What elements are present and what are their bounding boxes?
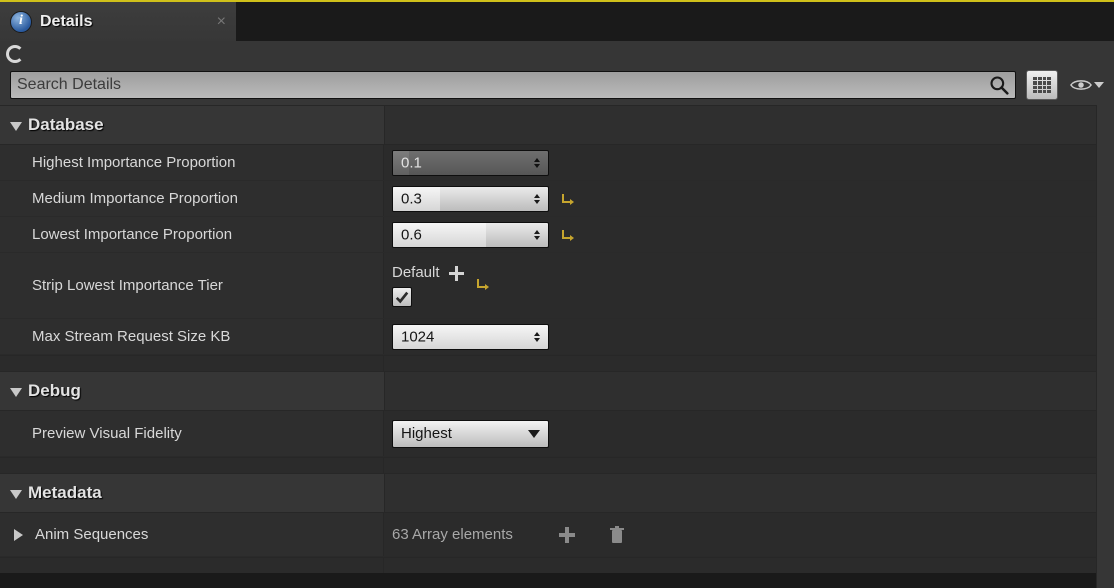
chevron-down-icon <box>1094 82 1104 88</box>
medium-importance-input[interactable]: 0.3 <box>392 186 549 212</box>
row-max-stream-request: Max Stream Request Size KB 1024 <box>0 319 1114 355</box>
reset-to-default-button[interactable] <box>559 191 575 207</box>
property-label: Strip Lowest Importance Tier <box>0 253 384 318</box>
property-label: Max Stream Request Size KB <box>0 319 384 354</box>
property-label: Lowest Importance Proportion <box>0 217 384 252</box>
row-preview-fidelity: Preview Visual Fidelity Highest <box>0 411 1114 457</box>
value-text: 1024 <box>401 328 434 345</box>
reset-to-default-button[interactable] <box>559 227 575 243</box>
spinner-icon[interactable] <box>530 228 544 242</box>
tab-bar: Details × <box>0 0 1114 41</box>
collapse-icon <box>10 122 22 131</box>
property-label-expandable[interactable]: Anim Sequences <box>0 513 384 556</box>
property-label: Preview Visual Fidelity <box>0 411 384 456</box>
property-value: 0.1 <box>384 145 1114 180</box>
lowest-importance-input[interactable]: 0.6 <box>392 222 549 248</box>
row-strip-lowest: Strip Lowest Importance Tier Default <box>0 253 1114 319</box>
matrix-icon <box>1033 77 1051 93</box>
dropdown-value: Highest <box>401 425 452 442</box>
eye-icon <box>1070 78 1092 92</box>
property-value: 1024 <box>384 319 1114 354</box>
section-header-metadata[interactable]: Metadata <box>0 473 1114 513</box>
property-value: Default <box>384 253 1114 318</box>
array-clear-button[interactable] <box>609 526 625 544</box>
value-text: 0.6 <box>401 226 422 243</box>
property-label: Highest Importance Proportion <box>0 145 384 180</box>
close-icon[interactable]: × <box>217 13 226 31</box>
collapse-icon <box>10 388 22 397</box>
reset-to-default-button[interactable] <box>474 276 490 292</box>
tab-title: Details <box>40 13 217 31</box>
search-icon <box>989 75 1009 95</box>
expand-icon <box>14 529 23 541</box>
collapse-icon <box>10 490 22 499</box>
search-toolbar <box>0 67 1114 105</box>
search-input[interactable] <box>17 76 989 94</box>
section-spacer <box>0 557 1114 573</box>
value-text: 0.3 <box>401 190 422 207</box>
property-value: Highest <box>384 411 1114 456</box>
row-lowest-importance: Lowest Importance Proportion 0.6 <box>0 217 1114 253</box>
row-anim-sequences: Anim Sequences 63 Array elements <box>0 513 1114 557</box>
array-count-text: 63 Array elements <box>392 526 513 543</box>
preview-fidelity-dropdown[interactable]: Highest <box>392 420 549 448</box>
view-options-dropdown[interactable] <box>1068 78 1106 92</box>
add-icon[interactable] <box>448 265 464 281</box>
right-gutter <box>1096 105 1114 588</box>
property-matrix-button[interactable] <box>1026 70 1058 100</box>
section-rows-metadata: Anim Sequences 63 Array elements <box>0 513 1114 573</box>
section-header-debug[interactable]: Debug <box>0 371 1114 411</box>
section-rows-debug: Preview Visual Fidelity Highest <box>0 411 1114 473</box>
value-text: 0.1 <box>401 154 422 171</box>
section-rows-database: Highest Importance Proportion 0.1 Medium… <box>0 145 1114 371</box>
row-highest-importance: Highest Importance Proportion 0.1 <box>0 145 1114 181</box>
section-header-database[interactable]: Database <box>0 105 1114 145</box>
section-title: Metadata <box>28 483 102 503</box>
loading-row <box>0 41 1114 67</box>
spinner-icon[interactable] <box>530 192 544 206</box>
property-label: Anim Sequences <box>35 526 148 543</box>
section-title: Database <box>28 115 104 135</box>
property-value: 0.6 <box>384 217 1114 252</box>
property-value: 63 Array elements <box>384 513 1114 556</box>
search-box[interactable] <box>10 71 1016 99</box>
info-icon <box>10 11 32 33</box>
row-medium-importance: Medium Importance Proportion 0.3 <box>0 181 1114 217</box>
property-label: Medium Importance Proportion <box>0 181 384 216</box>
strip-lowest-checkbox[interactable] <box>392 287 412 307</box>
default-label: Default <box>392 264 440 281</box>
property-value: 0.3 <box>384 181 1114 216</box>
max-stream-request-input[interactable]: 1024 <box>392 324 549 350</box>
section-spacer <box>0 355 1114 371</box>
loading-spinner-icon <box>6 45 24 63</box>
chevron-down-icon <box>528 430 540 438</box>
section-spacer <box>0 457 1114 473</box>
spinner-icon[interactable] <box>530 156 544 170</box>
section-title: Debug <box>28 381 81 401</box>
tab-details[interactable]: Details × <box>0 2 236 41</box>
array-add-button[interactable] <box>559 527 575 543</box>
spinner-icon[interactable] <box>530 330 544 344</box>
highest-importance-input[interactable]: 0.1 <box>392 150 549 176</box>
details-panel: Database Highest Importance Proportion 0… <box>0 105 1114 573</box>
